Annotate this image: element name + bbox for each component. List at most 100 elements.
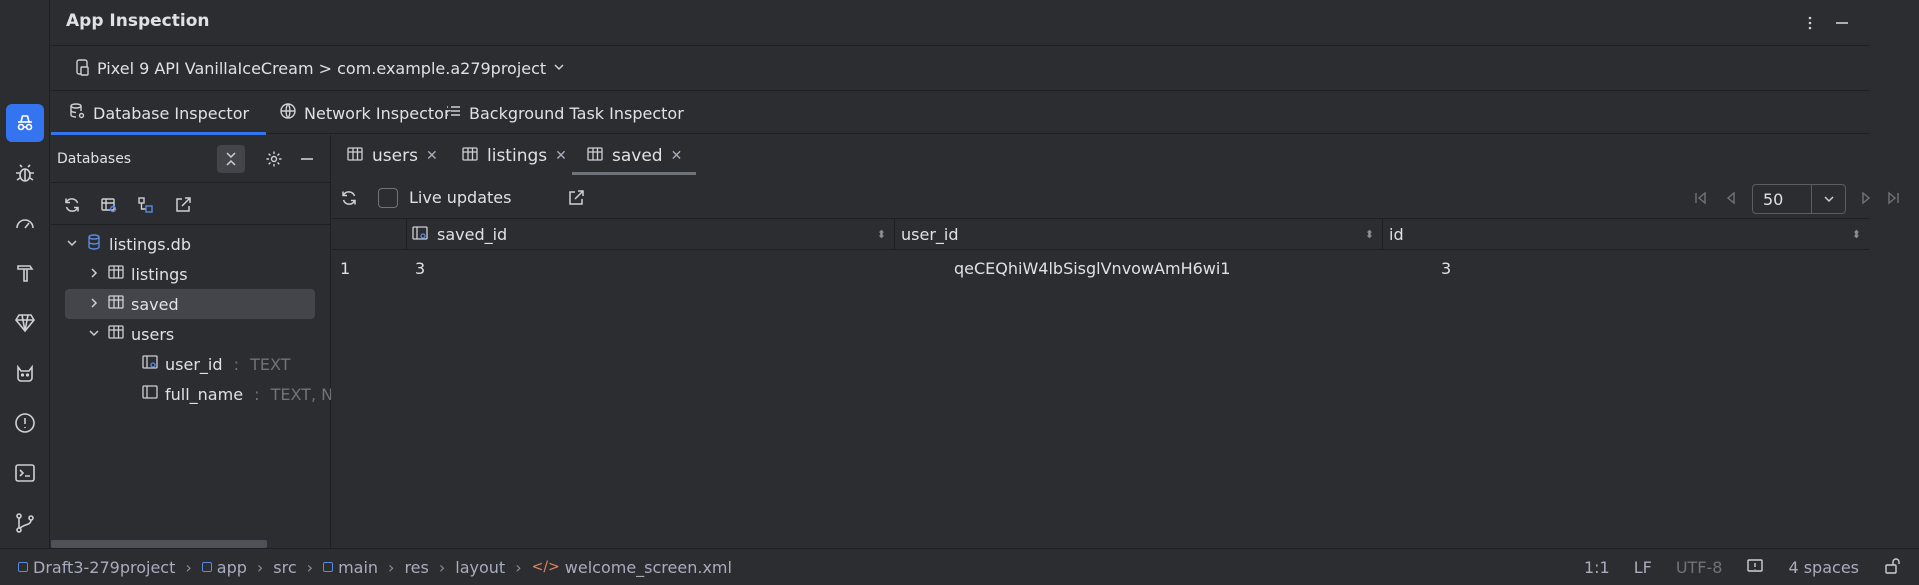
module-icon [201,562,212,572]
tab-background-task-inspector[interactable]: Background Task Inspector [427,92,701,134]
tree-item-database[interactable]: listings.db [65,229,295,259]
sort-icon[interactable]: ⬍ [1852,228,1861,241]
refresh-icon[interactable] [59,192,85,218]
column-header-saved_id[interactable]: saved_id ⬍ [406,219,894,250]
tree-item-column-full_name[interactable]: full_name : TEXT, NC [141,379,331,409]
app-inspection-icon[interactable] [6,104,44,142]
query-table-icon[interactable] [96,192,122,218]
databases-toolbar [51,184,330,225]
tab-label: users [372,146,418,166]
hide-pane-icon[interactable] [293,145,321,173]
breadcrumb-res[interactable]: res [404,558,428,577]
databases-header: Databases [51,135,330,183]
primary-key-column-icon [411,224,429,246]
close-icon[interactable]: ✕ [671,148,683,164]
page-size-select[interactable]: 50 [1752,184,1846,214]
open-external-icon[interactable] [563,185,589,211]
table-tabs: users ✕ listings ✕ saved ✕ [332,135,1869,177]
chevron-down-icon [65,235,79,254]
tab-database-inspector[interactable]: Database Inspector [51,92,267,135]
tab-label: Database Inspector [93,103,250,123]
app-inspection-panel: App Inspection Pixel 9 API VanillaIceCre… [51,0,1899,548]
schema-filter-icon[interactable] [133,192,159,218]
more-options-icon[interactable] [1797,10,1823,36]
tree-item-table-users[interactable]: users [87,319,295,349]
breadcrumb-label: app [216,557,247,577]
cell-saved_id[interactable]: 3 [415,259,425,278]
grid-header: saved_id ⬍ user_id ⬍ id ⬍ [332,219,1869,250]
minimize-icon[interactable] [1829,10,1855,36]
collapse-all-icon[interactable] [217,145,245,173]
column-header-id[interactable]: id ⬍ [1382,219,1869,250]
column-name: user_id [165,354,223,374]
next-page-icon[interactable] [1853,185,1879,211]
gem-icon[interactable] [6,304,44,342]
sort-icon[interactable]: ⬍ [877,228,886,241]
module-icon [323,562,334,572]
column-type-separator: : [228,354,245,374]
gear-icon[interactable] [260,145,288,173]
column-header-label: id [1389,225,1404,244]
lock-icon[interactable] [1883,557,1901,579]
breadcrumb-label: main [338,557,379,577]
primary-key-column-icon [141,353,159,375]
debug-icon[interactable] [6,154,44,192]
close-icon[interactable]: ✕ [426,148,438,164]
breadcrumb-label: welcome_screen.xml [564,557,732,577]
database-icon [68,102,86,124]
tab-table-saved[interactable]: saved ✕ [572,135,697,177]
chevron-down-icon [552,59,566,78]
list-icon [444,102,462,124]
live-updates-label: Live updates [409,188,512,207]
file-encoding[interactable]: UTF-8 [1676,558,1723,577]
previous-page-icon[interactable] [1718,185,1744,211]
refresh-table-icon[interactable] [336,185,362,211]
tab-table-listings[interactable]: listings ✕ [447,135,581,177]
status-bar: Draft3-279project › app › src › main › r… [0,548,1919,585]
page-size-value: 50 [1763,189,1784,209]
git-icon[interactable] [6,504,44,542]
build-icon[interactable] [6,254,44,292]
sort-icon[interactable]: ⬍ [1365,228,1374,241]
column-header-user_id[interactable]: user_id ⬍ [894,219,1382,250]
tree-item-column-user_id[interactable]: user_id : TEXT [141,349,331,379]
close-icon[interactable]: ✕ [555,148,567,164]
tab-table-users[interactable]: users ✕ [332,135,452,177]
column-type-separator: : [249,384,265,404]
tree-item-table-listings[interactable]: listings [87,259,295,289]
problems-icon[interactable] [6,404,44,442]
breadcrumb-app[interactable]: app [201,557,247,577]
breadcrumb-src[interactable]: src [273,558,296,577]
device-selector[interactable]: Pixel 9 API VanillaIceCream > com.exampl… [51,47,1869,91]
tree-item-table-saved[interactable]: saved [65,289,315,319]
line-separator[interactable]: LF [1634,558,1652,577]
breadcrumb-layout[interactable]: layout [455,558,505,577]
tab-label: Background Task Inspector [469,103,684,123]
profiler-icon[interactable] [6,204,44,242]
ide-window: App Inspection Pixel 9 API VanillaIceCre… [0,0,1919,585]
chevron-right-icon: › [388,557,395,577]
indent-setting[interactable]: 4 spaces [1788,558,1859,577]
caret-position[interactable]: 1:1 [1584,558,1610,577]
cell-user_id[interactable]: qeCEQhiW4lbSisglVnvowAmH6wi1 [954,259,1230,278]
export-icon[interactable] [170,192,196,218]
tab-label: listings [487,146,548,166]
table-toolbar: Live updates 50 [332,177,1899,219]
column-type: TEXT, NC [270,384,331,404]
horizontal-scrollbar[interactable] [51,540,267,548]
logcat-icon[interactable] [6,354,44,392]
globe-icon [279,102,297,124]
breadcrumb-main[interactable]: main [323,558,378,577]
first-page-icon[interactable] [1688,185,1714,211]
table-view-pane: users ✕ listings ✕ saved ✕ Live updates … [332,135,1899,548]
breadcrumb-file[interactable]: </> welcome_screen.xml [532,558,732,577]
live-updates-checkbox[interactable] [378,188,398,208]
readonly-toggle-icon[interactable] [1746,557,1764,579]
terminal-icon[interactable] [6,454,44,492]
chevron-right-icon [87,295,101,314]
tab-label: saved [612,146,663,166]
breadcrumb-project[interactable]: Draft3-279project [18,558,175,577]
cell-id[interactable]: 3 [1441,259,1451,278]
panel-header: App Inspection [51,0,1869,46]
last-page-icon[interactable] [1880,185,1906,211]
